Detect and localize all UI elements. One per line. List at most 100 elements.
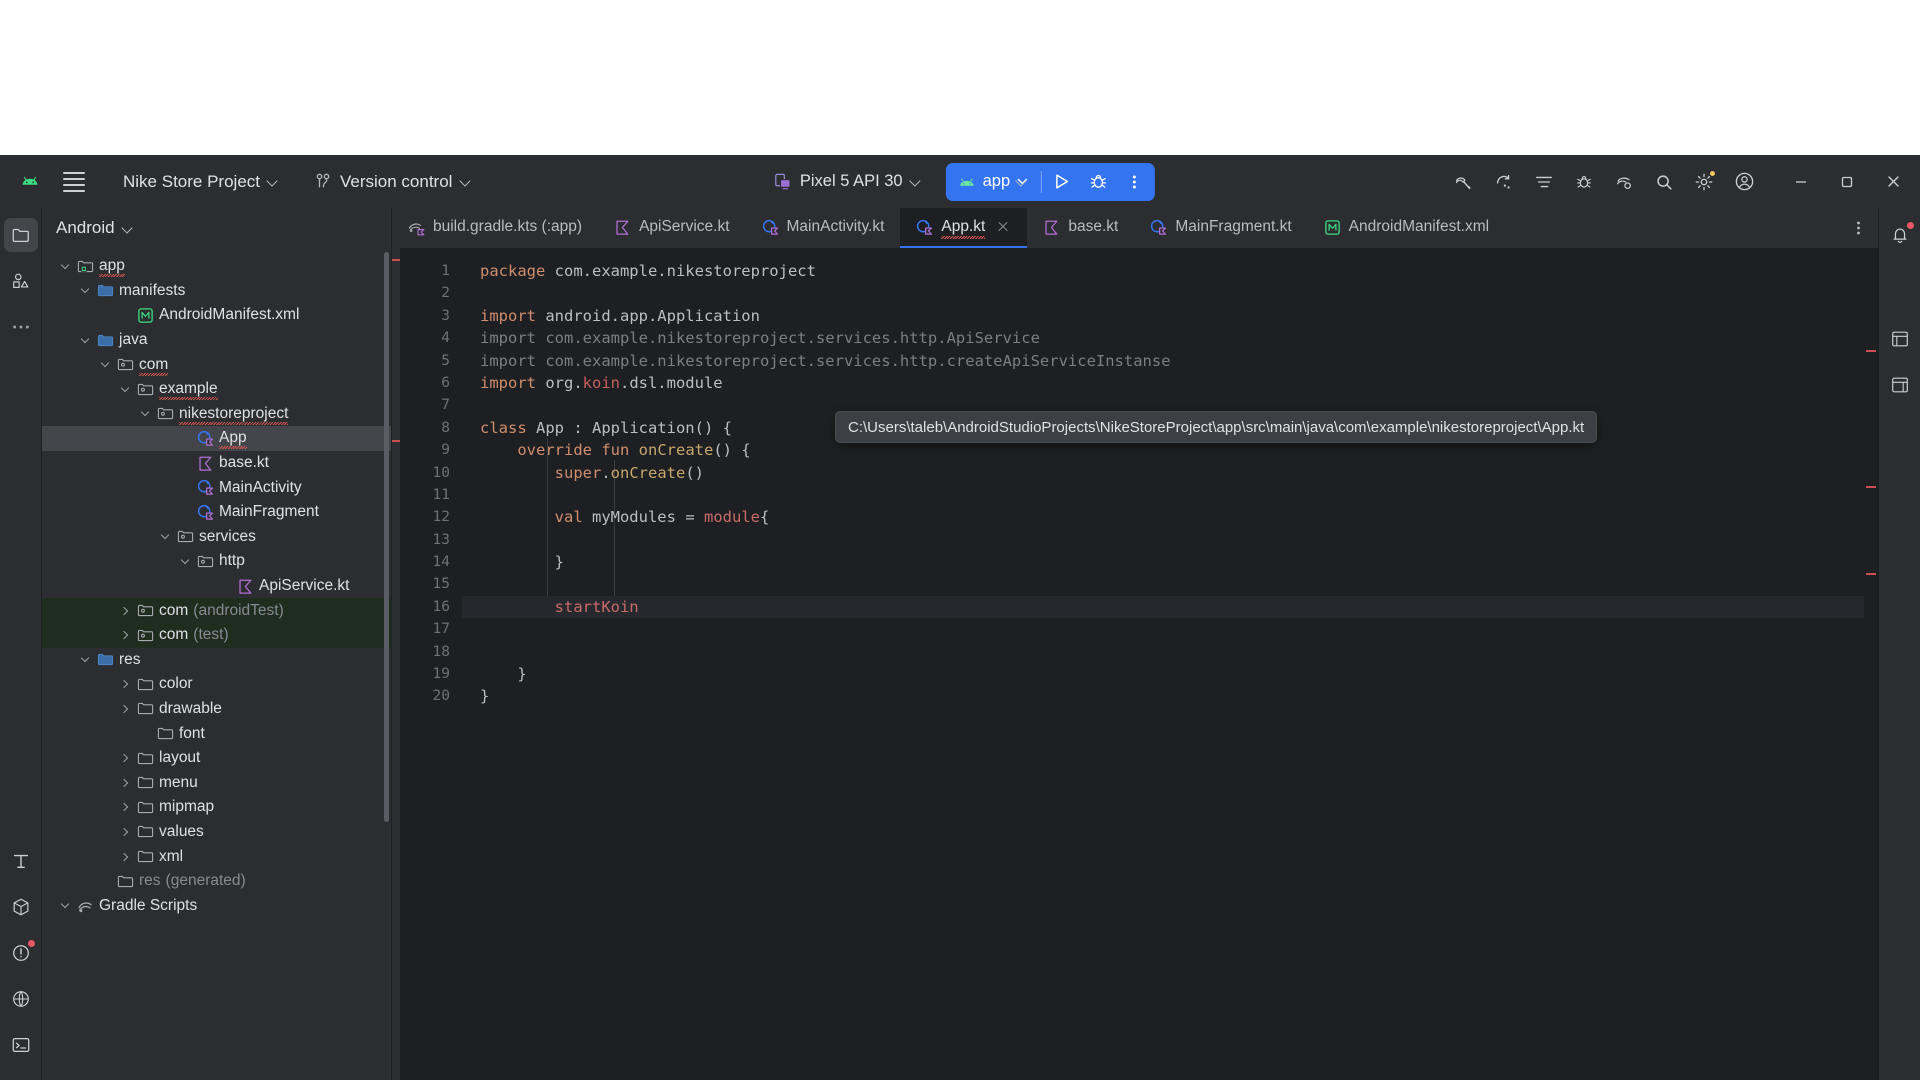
code-line[interactable]: package com.example.nikestoreproject [480,260,1864,282]
code-line[interactable] [480,641,1864,663]
code-line[interactable]: import com.example.nikestoreproject.serv… [480,327,1864,349]
tree-item[interactable]: menu [42,770,391,795]
terminal-icon[interactable] [4,1028,38,1062]
minimize-button[interactable] [1778,155,1824,208]
code-line[interactable] [480,573,1864,595]
project-tree[interactable]: app manifests AndroidManifest.xml java com ex… [42,248,391,1080]
chevron-right-icon[interactable] [116,680,134,689]
chevron-down-icon[interactable] [76,334,94,343]
problems-icon[interactable] [4,936,38,970]
tree-item[interactable]: App [42,426,391,451]
code-line[interactable]: val myModules = module{ [480,506,1864,528]
gradle-panel-icon[interactable] [1883,322,1917,356]
code-line[interactable]: import android.app.Application [480,305,1864,327]
debug-button[interactable] [1080,163,1116,201]
tree-item[interactable]: drawable [42,697,391,722]
code-line[interactable] [480,282,1864,304]
resource-manager-icon[interactable] [4,264,38,298]
build-hammer-icon[interactable] [1444,162,1484,202]
chevron-right-icon[interactable] [116,753,134,763]
maximize-button[interactable] [1824,155,1870,208]
tree-item[interactable]: com (androidTest) [42,598,391,623]
chevron-down-icon[interactable] [56,260,74,270]
editor-tab[interactable]: build.gradle.kts (:app) [392,208,598,248]
tree-item[interactable]: nikestoreproject [42,402,391,427]
close-button[interactable] [1870,155,1916,208]
build-variants-icon[interactable] [4,890,38,924]
profiler-icon[interactable] [1564,162,1604,202]
code-line[interactable]: import com.example.nikestoreproject.serv… [480,350,1864,372]
app-quality-icon[interactable] [4,982,38,1016]
device-file-explorer-icon[interactable] [1883,368,1917,402]
editor-tab[interactable]: App.kt [900,208,1028,248]
code-with-me-icon[interactable] [1484,162,1524,202]
chevron-down-icon[interactable] [96,358,114,368]
code-line[interactable]: super.onCreate() [480,462,1864,484]
device-manager-icon[interactable] [1604,162,1644,202]
tree-item[interactable]: base.kt [42,451,391,476]
chevron-down-icon[interactable] [56,899,74,909]
tree-item[interactable]: mipmap [42,795,391,820]
chevron-right-icon[interactable] [116,704,134,714]
editor-tab[interactable]: AndroidManifest.xml [1308,208,1505,248]
notifications-bell-icon[interactable] [1883,218,1917,252]
code-line[interactable] [480,529,1864,551]
code-line[interactable]: import org.koin.dsl.module [480,372,1864,394]
tree-item[interactable]: services [42,525,391,550]
account-icon[interactable] [1724,162,1764,202]
code-content[interactable]: package com.example.nikestoreproject imp… [462,248,1864,1080]
tree-item[interactable]: MainFragment [42,500,391,525]
close-tab-icon[interactable] [995,219,1011,235]
tree-item[interactable]: example [42,377,391,402]
project-name-chip[interactable]: Nike Store Project [112,165,290,199]
tree-item[interactable]: Gradle Scripts [42,893,391,918]
more-vertical-icon[interactable] [1844,208,1872,248]
project-panel-header[interactable]: Android [42,208,391,248]
chevron-down-icon[interactable] [136,408,154,417]
tree-item[interactable]: com (test) [42,622,391,648]
tree-item[interactable]: layout [42,746,391,771]
device-selector[interactable]: Pixel 5 API 30 [765,165,932,199]
code-line[interactable]: } [480,685,1864,707]
editor-tab[interactable]: ApiService.kt [598,208,745,248]
tree-item[interactable]: java [42,328,391,353]
search-icon[interactable] [1644,162,1684,202]
chevron-down-icon[interactable] [76,654,94,663]
chevron-down-icon[interactable] [156,531,174,540]
chevron-down-icon[interactable] [116,383,134,393]
tree-item[interactable]: ApiService.kt [42,574,391,599]
editor-tab[interactable]: MainActivity.kt [746,208,901,248]
project-panel-scrollbar[interactable] [384,252,389,822]
tree-item[interactable]: xml [42,844,391,869]
tree-item[interactable]: color [42,672,391,697]
code-line[interactable]: startKoin [462,595,1864,619]
run-button[interactable] [1044,163,1080,201]
code-line[interactable] [480,618,1864,640]
chevron-right-icon[interactable] [116,606,134,615]
more-tools-icon[interactable] [4,310,38,344]
tree-item[interactable]: res [42,648,391,673]
chevron-right-icon[interactable] [116,630,134,640]
tree-item[interactable]: font [42,721,391,746]
tree-item[interactable]: res (generated) [42,869,391,894]
project-folder-icon[interactable] [3,218,38,252]
chevron-down-icon[interactable] [76,285,94,294]
version-control-chip[interactable]: Version control [304,165,483,199]
code-line[interactable] [480,484,1864,506]
chevron-right-icon[interactable] [116,803,134,812]
settings-gear-icon[interactable] [1684,162,1724,202]
more-vertical-icon[interactable] [1116,163,1152,201]
tree-item[interactable]: com [42,352,391,377]
code-line[interactable]: } [480,551,1864,573]
tree-item[interactable]: AndroidManifest.xml [42,303,391,328]
error-stripe[interactable] [1864,248,1878,1080]
tree-item[interactable]: manifests [42,279,391,304]
chevron-down-icon[interactable] [176,555,194,565]
run-configuration-selector[interactable]: app [946,163,1040,201]
editor-tab[interactable]: base.kt [1027,208,1134,248]
tree-item[interactable]: values [42,820,391,845]
tree-item[interactable]: app [42,254,391,279]
editor-tab[interactable]: MainFragment.kt [1134,208,1307,248]
hamburger-menu-icon[interactable] [52,160,96,204]
code-line[interactable]: } [480,663,1864,685]
